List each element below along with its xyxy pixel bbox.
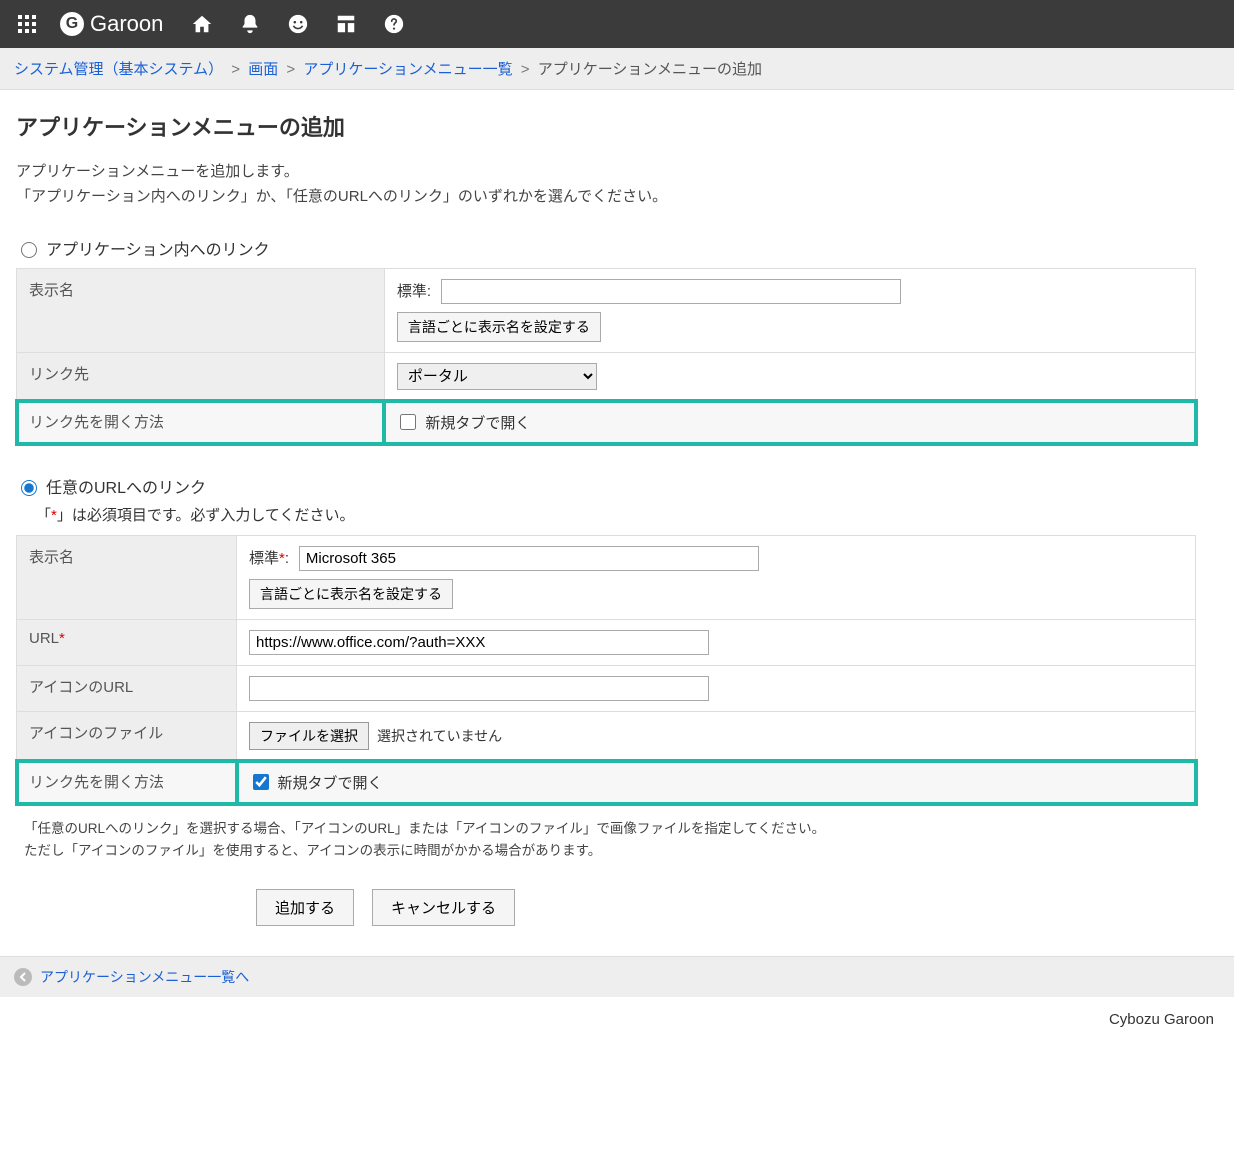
intro-line-1: アプリケーションメニューを追加します。 xyxy=(16,160,1218,181)
breadcrumb-current: アプリケーションメニューの追加 xyxy=(538,61,762,78)
url-open-new-tab-label: 新規タブで開く xyxy=(278,772,383,793)
url-url-label: URL* xyxy=(17,620,237,666)
url-standard-label: 標準*: xyxy=(249,550,289,567)
url-note: 「任意のURLへのリンク」を選択する場合、「アイコンのURL」または「アイコンの… xyxy=(24,818,1218,861)
url-hint: 「*」は必須項目です。必ず入力してください。 xyxy=(36,504,1218,525)
url-standard-input[interactable] xyxy=(299,546,759,571)
brand-text: Garoon xyxy=(90,11,163,37)
section-app-link: アプリケーション内へのリンク 表示名 標準: 言語ごとに表示名を設定する リンク… xyxy=(16,236,1218,444)
home-icon[interactable] xyxy=(187,9,217,39)
app-display-name-label: 表示名 xyxy=(17,269,385,353)
app-standard-input[interactable] xyxy=(441,279,901,304)
brand-logo[interactable]: G Garoon xyxy=(60,11,163,37)
url-display-name-label: 表示名 xyxy=(17,536,237,620)
url-lang-button[interactable]: 言語ごとに表示名を設定する xyxy=(249,579,453,609)
radio-app-link-label: アプリケーション内へのリンク xyxy=(46,236,270,260)
intro-text: アプリケーションメニューを追加します。 「アプリケーション内へのリンク」か、「任… xyxy=(16,160,1218,206)
bell-icon[interactable] xyxy=(235,9,265,39)
topbar: G Garoon xyxy=(0,0,1234,48)
url-icon-url-input[interactable] xyxy=(249,676,709,701)
apps-grid-icon[interactable] xyxy=(12,9,42,39)
intro-line-2: 「アプリケーション内へのリンク」か、「任意のURLへのリンク」のいずれかを選んで… xyxy=(16,185,1218,206)
section-url-link: 任意のURLへのリンク 「*」は必須項目です。必ず入力してください。 表示名 標… xyxy=(16,474,1218,861)
url-open-method-label: リンク先を開く方法 xyxy=(17,761,237,804)
url-note-line-2: ただし「アイコンのファイル」を使用すると、アイコンの表示に時間がかかる場合があり… xyxy=(24,840,1218,862)
app-lang-button[interactable]: 言語ごとに表示名を設定する xyxy=(397,312,601,342)
radio-url-link[interactable] xyxy=(21,480,37,496)
breadcrumb-link-2[interactable]: アプリケーションメニュー一覧 xyxy=(303,61,512,78)
help-icon[interactable] xyxy=(379,9,409,39)
url-icon-file-label: アイコンのファイル xyxy=(17,712,237,761)
url-url-input[interactable] xyxy=(249,630,709,655)
backlink[interactable]: アプリケーションメニュー一覧へ xyxy=(40,967,249,987)
apps-layout-icon[interactable] xyxy=(331,9,361,39)
breadcrumb-sep: > xyxy=(286,61,295,78)
footer-brand: Cybozu Garoon xyxy=(0,997,1234,1048)
breadcrumb-sep: > xyxy=(231,61,240,78)
app-standard-label: 標準: xyxy=(397,283,431,300)
url-icon-url-label: アイコンのURL xyxy=(17,666,237,712)
app-open-new-tab-checkbox[interactable] xyxy=(400,414,416,430)
backlink-bar: アプリケーションメニュー一覧へ xyxy=(0,956,1234,997)
action-row: 追加する キャンセルする xyxy=(256,889,1218,926)
url-icon-file-button[interactable]: ファイルを選択 xyxy=(249,722,369,750)
breadcrumb-link-1[interactable]: 画面 xyxy=(248,61,278,78)
radio-url-link-label: 任意のURLへのリンク xyxy=(46,474,206,498)
page-title: アプリケーションメニューの追加 xyxy=(16,110,1218,142)
app-link-target-select[interactable]: ポータル xyxy=(397,363,597,390)
radio-app-link[interactable] xyxy=(21,242,37,258)
url-icon-file-status: 選択されていません xyxy=(377,726,502,746)
breadcrumb-sep: > xyxy=(521,61,530,78)
app-open-method-label: リンク先を開く方法 xyxy=(17,401,385,444)
back-arrow-icon xyxy=(14,968,32,986)
app-open-new-tab-label: 新規タブで開く xyxy=(425,412,530,433)
cancel-button[interactable]: キャンセルする xyxy=(372,889,515,926)
submit-button[interactable]: 追加する xyxy=(256,889,354,926)
breadcrumb-link-0[interactable]: システム管理（基本システム） xyxy=(14,61,223,78)
breadcrumb: システム管理（基本システム） > 画面 > アプリケーションメニュー一覧 > ア… xyxy=(0,48,1234,90)
url-note-line-1: 「任意のURLへのリンク」を選択する場合、「アイコンのURL」または「アイコンの… xyxy=(24,818,1218,840)
brand-g-icon: G xyxy=(60,12,84,36)
url-open-new-tab-checkbox[interactable] xyxy=(253,774,269,790)
smile-icon[interactable] xyxy=(283,9,313,39)
app-link-target-label: リンク先 xyxy=(17,353,385,401)
